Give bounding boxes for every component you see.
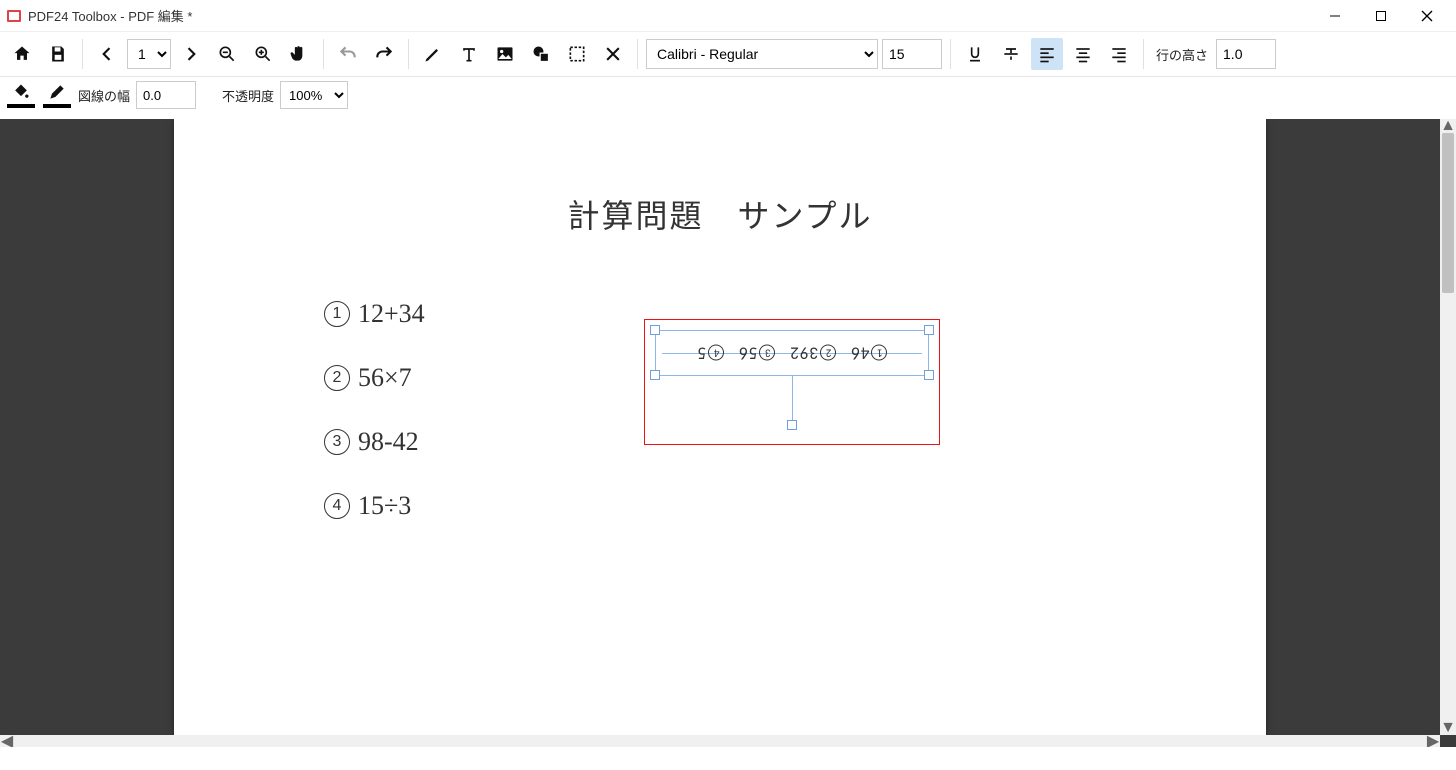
resize-handle-br[interactable] [924,370,934,380]
document-area: 計算問題 サンプル 1 12+34 2 56×7 3 98-42 4 15÷3 146 … [0,119,1456,747]
linewidth-label: 図線の幅 [78,86,130,105]
window-title: PDF24 Toolbox - PDF 編集 * [28,6,192,25]
problem-expr: 12+34 [358,299,425,329]
problem-row: 2 56×7 [324,363,425,393]
lineheight-input[interactable] [1216,39,1276,69]
secondary-toolbar: 図線の幅 不透明度 100% [0,77,1456,119]
linewidth-input[interactable] [136,81,196,109]
scroll-down-icon[interactable]: ▼ [1440,721,1456,735]
align-right-button[interactable] [1103,38,1135,70]
titlebar: PDF24 Toolbox - PDF 編集 * [0,0,1456,32]
underline-button[interactable] [959,38,991,70]
image-button[interactable] [489,38,521,70]
rotation-stem [792,376,793,420]
answer-text: 146 2392 356 45 [656,343,928,364]
lineheight-label: 行の高さ [1152,45,1212,64]
annotation-highlight: 146 2392 356 45 [644,319,940,445]
select-area-button[interactable] [561,38,593,70]
align-center-button[interactable] [1067,38,1099,70]
document-title: 計算問題 サンプル [174,191,1266,237]
problem-number: 3 [324,429,350,455]
problem-row: 1 12+34 [324,299,425,329]
stroke-color-button[interactable] [42,82,72,108]
close-button[interactable] [1404,0,1450,32]
zoom-out-button[interactable] [211,38,243,70]
problem-number: 4 [324,493,350,519]
rotation-handle[interactable] [787,420,797,430]
problem-number: 2 [324,365,350,391]
problem-list: 1 12+34 2 56×7 3 98-42 4 15÷3 [324,299,425,521]
delete-button[interactable] [597,38,629,70]
scroll-right-icon[interactable]: ▶ [1426,735,1440,747]
opacity-label: 不透明度 [222,86,274,105]
save-button[interactable] [42,38,74,70]
problem-expr: 98-42 [358,427,419,457]
resize-handle-tl[interactable] [650,325,660,335]
problem-expr: 15÷3 [358,491,411,521]
main-toolbar: 1 Calibri - Regular 行の高さ [0,32,1456,77]
zoom-in-button[interactable] [247,38,279,70]
next-page-button[interactable] [175,38,207,70]
scroll-left-icon[interactable]: ◀ [0,735,14,747]
prev-page-button[interactable] [91,38,123,70]
pan-button[interactable] [283,38,315,70]
strikethrough-button[interactable] [995,38,1027,70]
scroll-up-icon[interactable]: ▲ [1440,119,1456,133]
selected-text-object[interactable]: 146 2392 356 45 [655,330,929,376]
app-icon [6,8,22,24]
resize-handle-tr[interactable] [924,325,934,335]
problem-row: 4 15÷3 [324,491,425,521]
home-button[interactable] [6,38,38,70]
undo-button[interactable] [332,38,364,70]
problem-expr: 56×7 [358,363,412,393]
font-select[interactable]: Calibri - Regular [646,39,878,69]
opacity-select[interactable]: 100% [280,81,348,109]
draw-button[interactable] [417,38,449,70]
page-select[interactable]: 1 [127,39,171,69]
align-left-button[interactable] [1031,38,1063,70]
redo-button[interactable] [368,38,400,70]
minimize-button[interactable] [1312,0,1358,32]
text-button[interactable] [453,38,485,70]
font-size-input[interactable] [882,39,942,69]
horizontal-scrollbar[interactable]: ◀ ▶ [0,735,1440,747]
resize-handle-bl[interactable] [650,370,660,380]
maximize-button[interactable] [1358,0,1404,32]
scroll-thumb[interactable] [1442,133,1454,293]
shape-button[interactable] [525,38,557,70]
fill-color-button[interactable] [6,82,36,108]
pdf-page[interactable]: 計算問題 サンプル 1 12+34 2 56×7 3 98-42 4 15÷3 146 … [174,119,1266,747]
problem-number: 1 [324,301,350,327]
problem-row: 3 98-42 [324,427,425,457]
vertical-scrollbar[interactable]: ▲ ▼ [1440,119,1456,735]
